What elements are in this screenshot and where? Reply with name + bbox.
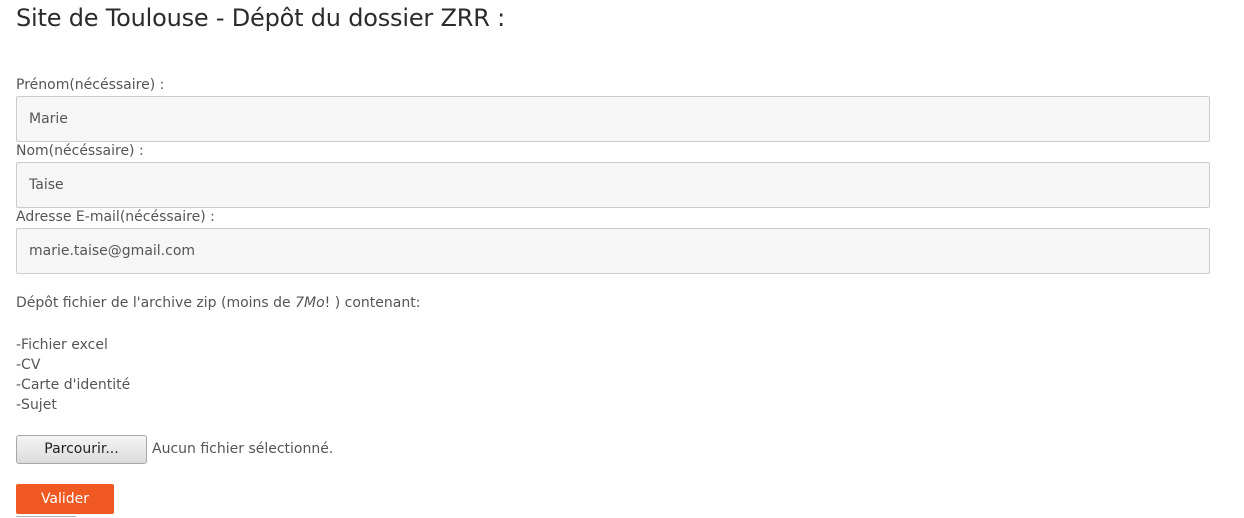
lastname-label: Nom(nécéssaire) :	[16, 143, 144, 159]
page-title: Site de Toulouse - Dépôt du dossier ZRR …	[16, 4, 506, 32]
firstname-label: Prénom(nécéssaire) :	[16, 77, 165, 93]
email-input[interactable]	[16, 228, 1210, 274]
browse-file-button[interactable]: Parcourir...	[16, 435, 147, 464]
email-label: Adresse E-mail(nécéssaire) :	[16, 209, 215, 225]
upload-instructions: Dépôt fichier de l'archive zip (moins de…	[16, 295, 420, 311]
submit-button[interactable]: Valider	[16, 484, 114, 514]
divider	[16, 516, 76, 517]
upload-instructions-text: Dépôt fichier de l'archive zip (moins de	[16, 295, 296, 311]
required-file-item: -Fichier excel	[16, 337, 108, 353]
required-files-list: -Fichier excel -CV -Carte d'identité -Su…	[16, 335, 130, 415]
required-file-item: -Sujet	[16, 397, 57, 413]
firstname-input[interactable]	[16, 96, 1210, 142]
required-file-item: -CV	[16, 357, 41, 373]
lastname-input[interactable]	[16, 162, 1210, 208]
upload-instructions-tail: ! ) contenant:	[324, 295, 421, 311]
required-file-item: -Carte d'identité	[16, 377, 131, 393]
file-selection-status: Aucun fichier sélectionné.	[152, 441, 334, 457]
upload-size-limit: 7Mo	[295, 295, 325, 311]
